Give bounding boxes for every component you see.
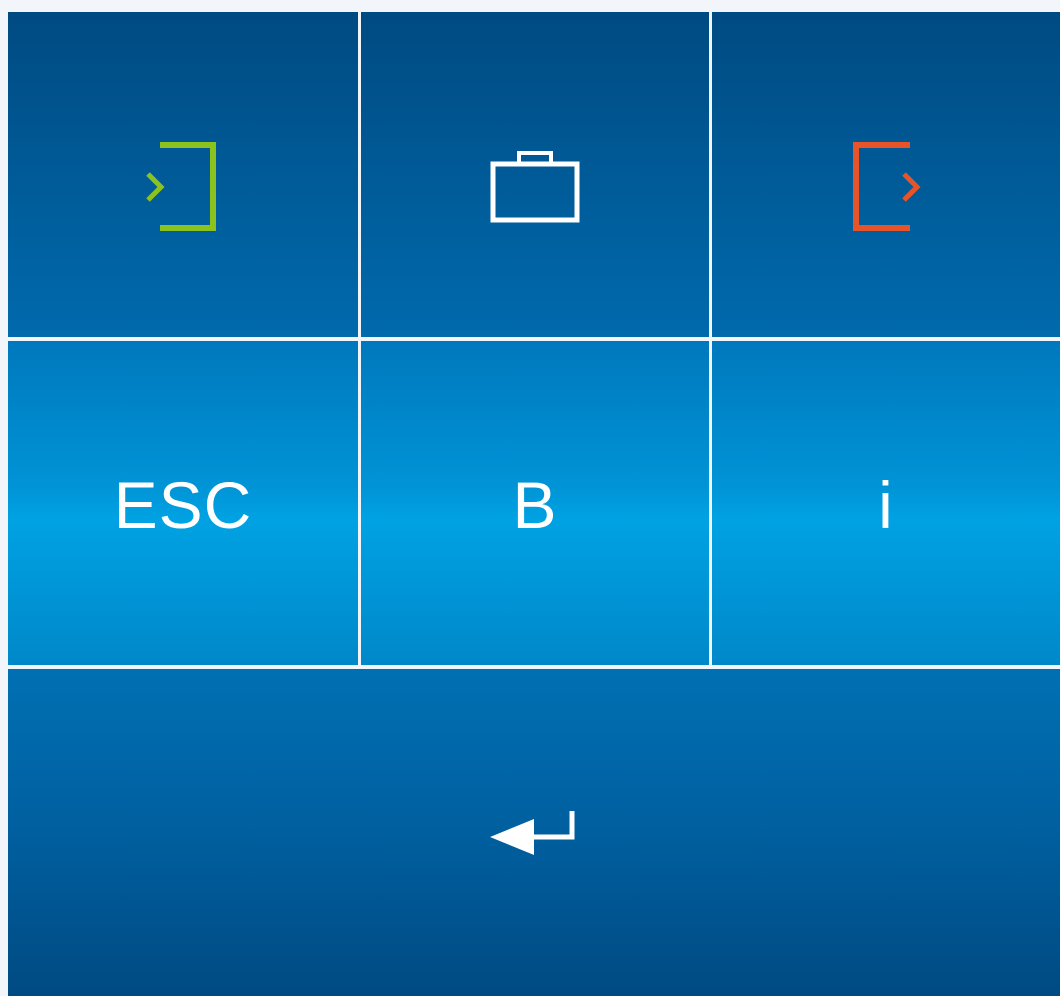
keypad: ESC B i (0, 0, 1060, 996)
info-key-label: i (878, 468, 894, 542)
enter-key[interactable] (8, 669, 1060, 996)
b-key[interactable]: B (361, 341, 709, 665)
esc-key[interactable]: ESC (8, 341, 358, 665)
info-key[interactable]: i (712, 341, 1060, 665)
esc-key-label: ESC (113, 468, 253, 542)
logout-icon (848, 141, 924, 232)
briefcase-icon (490, 150, 580, 224)
enter-icon (488, 809, 580, 861)
b-key-label: B (512, 468, 558, 542)
login-key[interactable] (8, 12, 358, 337)
briefcase-key[interactable] (361, 12, 709, 337)
login-icon (143, 141, 223, 232)
logout-key[interactable] (712, 12, 1060, 337)
